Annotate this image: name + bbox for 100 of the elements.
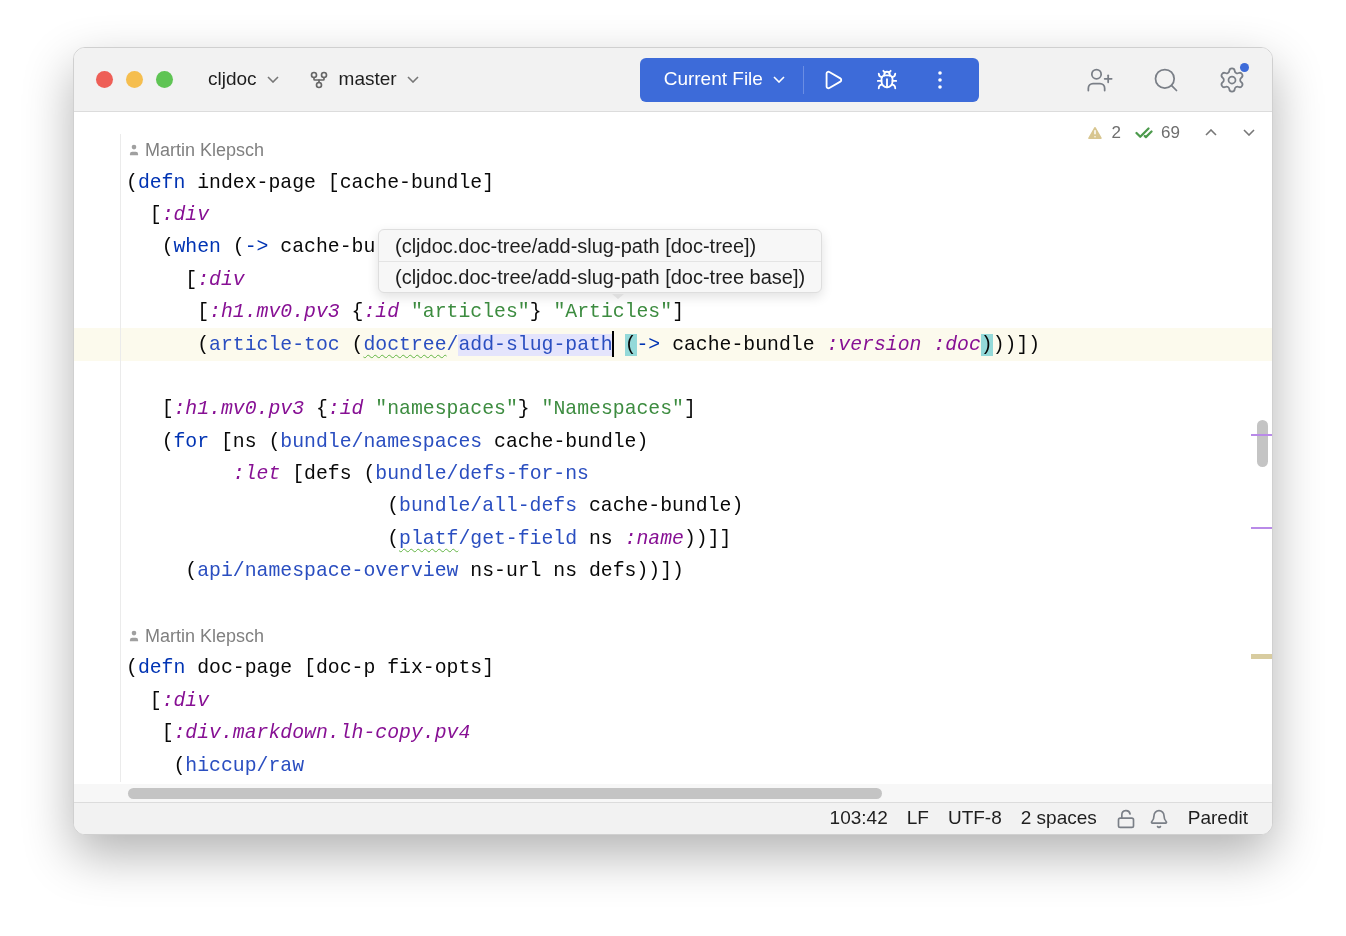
code-token: [ xyxy=(197,301,210,324)
code-token: ( xyxy=(126,657,138,680)
status-item[interactable]: 103:42 xyxy=(829,804,888,833)
check-count[interactable]: 69 xyxy=(1161,120,1180,146)
code-token: cache-bu xyxy=(280,236,376,259)
code-token: /get-field xyxy=(458,527,578,550)
code-token: [ xyxy=(185,268,198,291)
code-token: ( xyxy=(197,333,210,356)
code-token: [defs ( xyxy=(292,463,376,486)
project-dropdown[interactable]: cljdoc xyxy=(208,65,279,94)
chevron-up-icon xyxy=(1205,129,1217,137)
close-button[interactable] xyxy=(96,71,113,88)
code-token: bundle/namespaces xyxy=(280,430,483,453)
code-token: / xyxy=(446,333,459,356)
code-token: ] xyxy=(672,301,684,324)
code-token: :doc xyxy=(933,333,981,356)
scrollbar-thumb[interactable] xyxy=(1257,420,1268,467)
code-token: ( xyxy=(185,560,198,583)
code-token: ( xyxy=(126,171,138,194)
more-icon xyxy=(937,70,942,89)
code-token: when xyxy=(173,236,221,259)
code-token: [ xyxy=(161,398,174,421)
signature-item[interactable]: (cljdoc.doc-tree/add-slug-path [doc-tree base]) xyxy=(379,261,822,292)
code-token: cache-bundle) xyxy=(494,430,649,453)
code-token: "namespaces" xyxy=(375,398,518,421)
author-hint[interactable]: Martin Klepsch xyxy=(127,136,265,164)
code-token: bundle/all-defs xyxy=(399,495,578,518)
bell-icon[interactable] xyxy=(1148,808,1169,829)
warning-count[interactable]: 2 xyxy=(1111,120,1122,146)
lock-open-icon[interactable] xyxy=(1115,808,1136,829)
author-hint[interactable]: Martin Klepsch xyxy=(127,622,265,650)
code-token: "Articles" xyxy=(553,301,673,324)
code-token: :name xyxy=(624,527,684,550)
code-token: :id xyxy=(327,398,364,421)
code-token: "articles" xyxy=(410,301,530,324)
code-token: :id xyxy=(363,301,400,324)
bug-icon xyxy=(875,68,898,91)
code-token: cache-bundle) xyxy=(588,495,744,518)
code-token: :div.markdown.lh-copy.pv4 xyxy=(173,722,471,745)
code-token: ( xyxy=(232,236,245,259)
code-token: ( xyxy=(173,754,186,777)
code-token: article-toc xyxy=(209,333,340,356)
code-token: { xyxy=(315,398,328,421)
code-token: -> xyxy=(244,236,269,259)
signature-item[interactable]: (cljdoc.doc-tree/add-slug-path [doc-tree]) xyxy=(379,230,822,261)
code-token: :div xyxy=(161,689,210,712)
chevron-down-icon xyxy=(406,76,419,83)
code-token: defn xyxy=(137,171,186,194)
code-token: api/namespace-overview xyxy=(197,560,459,583)
code-token: :div xyxy=(161,203,210,226)
code-token: } xyxy=(517,398,530,421)
code-token: :div xyxy=(197,268,245,291)
code-token: ( xyxy=(387,495,400,518)
code-token: hiccup/raw xyxy=(185,754,305,777)
code-token: ( xyxy=(161,430,174,453)
code-token: ns xyxy=(589,527,613,550)
code-token: doc-page [doc-p fix-opts] xyxy=(197,657,494,680)
code-token: [ xyxy=(161,722,174,745)
branch-dropdown[interactable]: master xyxy=(308,65,419,94)
status-item[interactable]: LF xyxy=(906,804,929,833)
code-token: ] xyxy=(684,398,696,421)
code-token: doctree xyxy=(363,333,447,356)
code-token: { xyxy=(351,301,364,324)
scrollbar-thumb[interactable] xyxy=(128,787,882,799)
code-token: :h1.mv0.pv3 xyxy=(173,398,305,421)
settings-icon xyxy=(1218,65,1246,94)
mode-indicator[interactable]: Paredit xyxy=(1187,804,1248,833)
code-token: ) xyxy=(980,333,993,356)
code-token: index-page [cache-bundle] xyxy=(197,171,494,194)
code-token: ( xyxy=(351,333,364,356)
status-item[interactable]: UTF-8 xyxy=(947,804,1002,833)
branch-icon xyxy=(308,69,329,90)
code-token: "Namespaces" xyxy=(541,398,684,421)
code-token: -> xyxy=(636,333,661,356)
more-button[interactable] xyxy=(935,68,944,91)
code-token: ))]] xyxy=(683,527,732,550)
status-item[interactable]: 2 spaces xyxy=(1020,804,1097,833)
code-token: bundle/defs-for-ns xyxy=(375,463,589,486)
code-token: } xyxy=(529,301,542,324)
chevron-down-icon xyxy=(1243,129,1255,137)
code-token: defn xyxy=(137,657,186,680)
code-token: ns-url ns defs))]) xyxy=(470,560,684,583)
code-token: [ xyxy=(149,203,162,226)
code-token: [ns ( xyxy=(221,430,281,453)
code-token: ( xyxy=(161,236,174,259)
code-token: :h1.mv0.pv3 xyxy=(209,301,340,324)
maximize-button[interactable] xyxy=(156,71,173,88)
code-token: for xyxy=(173,430,210,453)
code-token: add-slug-path xyxy=(458,333,613,356)
person-icon xyxy=(127,143,141,158)
code-token: :version xyxy=(826,333,922,356)
run-config-dropdown[interactable]: Current File xyxy=(639,65,803,94)
chevron-down-icon xyxy=(266,76,279,83)
code-token: ))]) xyxy=(992,333,1041,356)
code-token: cache-bundle xyxy=(672,333,815,356)
code-token: :let xyxy=(232,463,281,486)
code-token: [ xyxy=(149,689,162,712)
chevron-down-icon xyxy=(772,76,785,83)
settings-button[interactable] xyxy=(1218,65,1246,94)
code-token: platf xyxy=(399,527,459,550)
